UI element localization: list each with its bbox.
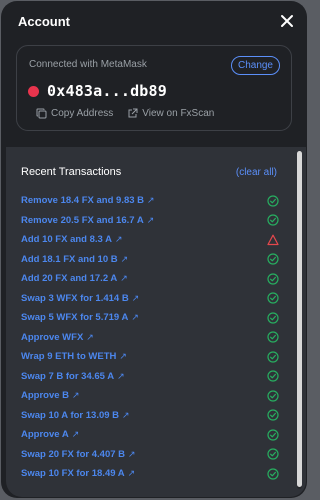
arrow-up-right-icon: ↗ xyxy=(131,312,139,323)
transaction-row: Swap 7 B for 34.65 A ↗ xyxy=(21,367,279,387)
wallet-avatar xyxy=(28,85,39,97)
transaction-link[interactable]: Add 18.1 FX and 10 B ↗ xyxy=(21,254,128,265)
check-circle-icon xyxy=(267,448,279,460)
account-actions: Copy Address View on FxScan xyxy=(36,108,228,119)
copy-address-label: Copy Address xyxy=(51,108,114,119)
transaction-label: Approve B xyxy=(21,390,70,402)
transaction-row: Add 10 FX and 8.3 A ↗ xyxy=(21,230,279,250)
transaction-label: Remove 20.5 FX and 16.7 A xyxy=(21,214,144,226)
recent-transactions-heading: Recent Transactions xyxy=(21,166,122,178)
transaction-label: Swap 20 FX for 4.407 B xyxy=(21,448,126,460)
transaction-link[interactable]: Approve B ↗ xyxy=(21,390,80,401)
check-circle-icon xyxy=(267,370,279,382)
transaction-row: Approve WFX ↗ xyxy=(21,328,279,348)
transaction-label: Remove 18.4 FX and 9.83 B xyxy=(21,195,145,207)
transaction-row: Remove 18.4 FX and 9.83 B ↗ xyxy=(21,191,279,211)
account-modal: Account Connected with MetaMask Change 0… xyxy=(1,1,307,498)
alert-triangle-icon xyxy=(267,234,279,246)
transaction-label: Add 20 FX and 17.2 A xyxy=(21,273,118,285)
transaction-link[interactable]: Add 20 FX and 17.2 A ↗ xyxy=(21,273,128,284)
arrow-up-right-icon: ↗ xyxy=(72,390,80,401)
transaction-row: Add 18.1 FX and 10 B ↗ xyxy=(21,250,279,270)
transaction-label: Add 10 FX and 8.3 A xyxy=(21,234,112,246)
transaction-row: Wrap 9 ETH to WETH ↗ xyxy=(21,347,279,367)
close-button[interactable] xyxy=(279,13,295,29)
arrow-up-right-icon: ↗ xyxy=(128,448,136,459)
check-circle-icon xyxy=(267,429,279,441)
arrow-up-right-icon: ↗ xyxy=(122,409,130,420)
copy-icon xyxy=(36,108,47,119)
transaction-row: Swap 10 FX for 18.49 A ↗ xyxy=(21,464,279,484)
arrow-up-right-icon: ↗ xyxy=(146,214,155,225)
check-circle-icon xyxy=(267,331,279,343)
transaction-label: Approve A xyxy=(21,429,69,441)
transaction-label: Swap 10 FX for 18.49 A xyxy=(21,468,125,480)
close-icon xyxy=(281,15,293,27)
modal-title: Account xyxy=(18,14,70,29)
view-on-explorer-link[interactable]: View on FxScan xyxy=(127,108,214,119)
external-link-icon xyxy=(128,108,138,118)
transaction-link[interactable]: Swap 20 FX for 4.407 B ↗ xyxy=(21,449,136,460)
arrow-up-right-icon: ↗ xyxy=(86,331,94,342)
transaction-link[interactable]: Swap 5 WFX for 5.719 A ↗ xyxy=(21,312,139,323)
copy-address-button[interactable]: Copy Address xyxy=(36,108,113,119)
check-circle-icon xyxy=(267,195,279,207)
transaction-label: Add 18.1 FX and 10 B xyxy=(21,253,118,265)
transaction-link[interactable]: Remove 18.4 FX and 9.83 B ↗ xyxy=(21,195,155,206)
transaction-label: Swap 5 WFX for 5.719 A xyxy=(21,312,129,324)
address-row: 0x483a...db89 xyxy=(28,82,167,100)
transaction-row: Swap 5 WFX for 5.719 A ↗ xyxy=(21,308,279,328)
check-circle-icon xyxy=(267,390,279,402)
scrollbar-thumb[interactable] xyxy=(297,151,302,487)
check-circle-icon xyxy=(267,273,279,285)
transaction-link[interactable]: Add 10 FX and 8.3 A ↗ xyxy=(21,234,123,245)
scrollbar-track[interactable] xyxy=(297,151,302,489)
transaction-label: Swap 7 B for 34.65 A xyxy=(21,370,115,382)
arrow-up-right-icon: ↗ xyxy=(120,273,128,284)
check-circle-icon xyxy=(267,253,279,265)
arrow-up-right-icon: ↗ xyxy=(114,234,123,245)
modal-header: Account xyxy=(1,1,307,45)
transaction-row: Approve A ↗ xyxy=(21,425,279,445)
transaction-link[interactable]: Swap 3 WFX for 1.414 B ↗ xyxy=(21,293,139,304)
transaction-label: Swap 3 WFX for 1.414 B xyxy=(21,292,129,304)
transaction-row: Add 20 FX and 17.2 A ↗ xyxy=(21,269,279,289)
transaction-label: Swap 10 A for 13.09 B xyxy=(21,409,120,421)
transaction-row: Remove 20.5 FX and 16.7 A ↗ xyxy=(21,211,279,231)
check-circle-icon xyxy=(267,312,279,324)
check-circle-icon xyxy=(267,468,279,480)
arrow-up-right-icon: ↗ xyxy=(119,351,127,362)
transaction-link[interactable]: Swap 10 FX for 18.49 A ↗ xyxy=(21,468,135,479)
transaction-row: Swap 3 WFX for 1.414 B ↗ xyxy=(21,289,279,309)
change-wallet-button[interactable]: Change xyxy=(230,56,280,75)
transaction-row: Swap 10 A for 13.09 B ↗ xyxy=(21,406,279,426)
arrow-up-right-icon: ↗ xyxy=(71,429,80,440)
wallet-address: 0x483a...db89 xyxy=(47,82,167,100)
transaction-link[interactable]: Approve WFX ↗ xyxy=(21,332,94,343)
arrow-up-right-icon: ↗ xyxy=(120,253,129,264)
check-circle-icon xyxy=(267,292,279,304)
transaction-label: Approve WFX xyxy=(21,331,84,343)
clear-all-button[interactable]: (clear all) xyxy=(236,167,277,178)
recent-transactions-panel: Recent Transactions (clear all) Remove 1… xyxy=(6,147,306,497)
transaction-link[interactable]: Approve A ↗ xyxy=(21,429,79,440)
transaction-row: Swap 20 FX for 4.407 B ↗ xyxy=(21,445,279,465)
transaction-row: Approve B ↗ xyxy=(21,386,279,406)
account-card: Connected with MetaMask Change 0x483a...… xyxy=(16,45,292,131)
check-circle-icon xyxy=(267,214,279,226)
transaction-link[interactable]: Swap 7 B for 34.65 A ↗ xyxy=(21,371,125,382)
transaction-link[interactable]: Remove 20.5 FX and 16.7 A ↗ xyxy=(21,215,154,226)
arrow-up-right-icon: ↗ xyxy=(147,195,155,206)
arrow-up-right-icon: ↗ xyxy=(131,292,140,303)
transaction-list: Remove 18.4 FX and 9.83 B ↗ Remove 20.5 FX… xyxy=(21,191,279,484)
transaction-link[interactable]: Wrap 9 ETH to WETH ↗ xyxy=(21,351,127,362)
check-circle-icon xyxy=(267,409,279,421)
arrow-up-right-icon: ↗ xyxy=(127,468,136,479)
connected-wallet-text: Connected with MetaMask xyxy=(29,59,147,70)
arrow-up-right-icon: ↗ xyxy=(117,370,125,381)
view-on-explorer-label: View on FxScan xyxy=(142,108,215,119)
transaction-label: Wrap 9 ETH to WETH xyxy=(21,351,117,363)
transaction-link[interactable]: Swap 10 A for 13.09 B ↗ xyxy=(21,410,130,421)
check-circle-icon xyxy=(267,351,279,363)
